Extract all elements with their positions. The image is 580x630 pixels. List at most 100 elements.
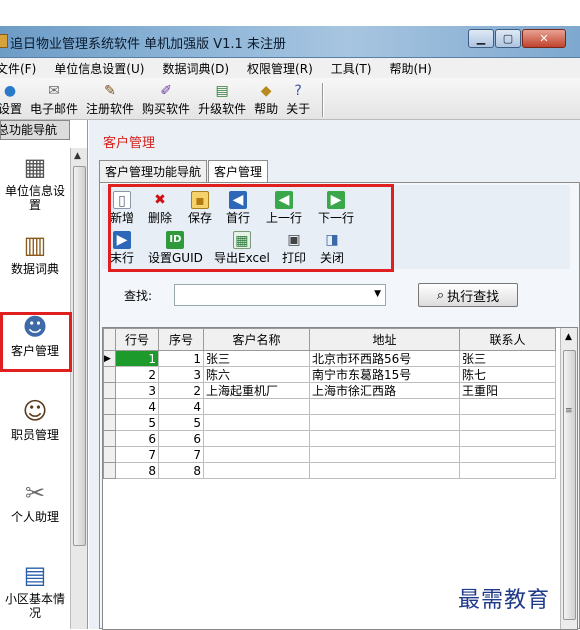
search-combobox[interactable]: ▼	[174, 284, 386, 306]
nav-header[interactable]: 总功能导航	[0, 120, 70, 140]
nav-item-staff[interactable]: ☺ 职员管理	[0, 396, 70, 442]
table-cell[interactable]	[459, 414, 556, 431]
table-cell[interactable]: 陈七	[459, 366, 556, 383]
table-cell[interactable]	[309, 446, 460, 463]
row-indicator	[103, 382, 116, 399]
table-cell[interactable]: 7	[115, 446, 159, 463]
toolbar-register-button[interactable]: ✎ 注册软件	[86, 82, 134, 117]
toolbar-email-button[interactable]: ✉ 电子邮件	[30, 82, 78, 117]
column-header[interactable]: 行号	[115, 328, 159, 351]
scroll-up-icon[interactable]: ▲	[565, 332, 572, 342]
action-toolbar-highlight	[108, 184, 394, 272]
table-cell[interactable]: 张三	[459, 350, 556, 367]
table-scroll-thumb[interactable]	[563, 350, 576, 620]
row-indicator	[103, 398, 116, 415]
scroll-up-icon[interactable]: ▲	[74, 151, 81, 161]
table-cell[interactable]: 8	[115, 462, 159, 479]
maximize-button[interactable]: ▢	[495, 29, 521, 48]
table-cell[interactable]: 1	[115, 350, 159, 367]
table-cell[interactable]	[459, 462, 556, 479]
table-cell[interactable]: 北京市环西路56号	[309, 350, 460, 367]
table-cell[interactable]	[459, 446, 556, 463]
table-cell[interactable]: 4	[115, 398, 159, 415]
table-cell[interactable]: 5	[115, 414, 159, 431]
table-scrollbar[interactable]: ▲ ≡	[560, 328, 577, 629]
table-cell[interactable]: 8	[158, 462, 204, 479]
table-cell[interactable]	[459, 430, 556, 447]
table-row[interactable]: 4 4	[103, 398, 556, 415]
table-row[interactable]: 7 7	[103, 446, 556, 463]
execute-search-button[interactable]: ⌕ 执行查找	[418, 283, 518, 307]
menu-bar: 文件(F) 单位信息设置(U) 数据词典(D) 权限管理(R) 工具(T) 帮助…	[0, 58, 580, 78]
table-cell[interactable]: 上海市徐汇西路	[309, 382, 460, 399]
nav-item-assistant[interactable]: ✂ 个人助理	[0, 478, 70, 524]
table-cell[interactable]	[309, 414, 460, 431]
mail-icon: ✉	[48, 83, 60, 99]
table-cell[interactable]: 6	[158, 430, 204, 447]
book-icon: ▥	[23, 231, 47, 259]
tab-customer-nav[interactable]: 客户管理功能导航	[99, 160, 208, 182]
column-header[interactable]: 联系人	[459, 328, 556, 351]
menu-tools[interactable]: 工具(T)	[331, 60, 372, 77]
menu-dictionary[interactable]: 数据词典(D)	[162, 60, 229, 77]
chevron-down-icon[interactable]: ▼	[374, 289, 381, 299]
menu-help[interactable]: 帮助(H)	[389, 60, 431, 77]
table-cell[interactable]: 南宁市东葛路15号	[309, 366, 460, 383]
table-row[interactable]: 3 2 上海起重机厂 上海市徐汇西路 王重阳	[103, 382, 556, 399]
table-cell[interactable]: 5	[158, 414, 204, 431]
table-cell[interactable]	[309, 430, 460, 447]
menu-permissions[interactable]: 权限管理(R)	[247, 60, 313, 77]
close-button[interactable]: ✕	[522, 29, 566, 48]
toolbar-upgrade-button[interactable]: ▤ 升级软件	[198, 82, 246, 117]
customer-nav-highlight	[0, 312, 72, 372]
nav-item-dictionary[interactable]: ▥ 数据词典	[0, 230, 70, 276]
nav-scroll-thumb[interactable]	[73, 166, 86, 546]
column-header[interactable]: 序号	[158, 328, 204, 351]
table-cell[interactable]: 张三	[203, 350, 310, 367]
toolbar-buy-button[interactable]: ✐ 购买软件	[142, 82, 190, 117]
menu-file[interactable]: 文件(F)	[0, 60, 36, 77]
column-header[interactable]: 客户名称	[203, 328, 310, 351]
table-cell[interactable]	[203, 430, 310, 447]
table-cell[interactable]: 王重阳	[459, 382, 556, 399]
nav-item-community[interactable]: ▤ 小区基本情况	[0, 560, 70, 620]
person-icon: ☺	[22, 397, 48, 425]
table-cell[interactable]: 6	[115, 430, 159, 447]
page-title: 客户管理	[103, 136, 156, 151]
table-cell[interactable]	[203, 414, 310, 431]
table-cell[interactable]: 4	[158, 398, 204, 415]
table-cell[interactable]: 2	[158, 382, 204, 399]
toolbar-about-button[interactable]: ? 关于	[286, 82, 310, 117]
table-cell[interactable]	[203, 462, 310, 479]
toolbar-settings-button[interactable]: ● 设置	[0, 82, 22, 117]
minimize-button[interactable]: ▁	[468, 29, 494, 48]
toolbar-help-button[interactable]: ◆ 帮助	[254, 82, 278, 117]
table-cell[interactable]: 1	[158, 350, 204, 367]
table-cell[interactable]	[203, 398, 310, 415]
table-cell[interactable]: 7	[158, 446, 204, 463]
window-titlebar[interactable]: 追日物业管理系统软件 单机加强版 V1.1 未注册 ▁ ▢ ✕	[0, 26, 580, 58]
scroll-grip-icon: ≡	[565, 406, 573, 416]
table-row[interactable]: 8 8	[103, 462, 556, 479]
table-cell[interactable]: 陈六	[203, 366, 310, 383]
nav-item-unit-info[interactable]: ▦ 单位信息设置	[0, 152, 70, 212]
table-row[interactable]: 6 6	[103, 430, 556, 447]
search-icon: ⌕	[436, 287, 445, 303]
table-cell[interactable]	[309, 398, 460, 415]
table-cell[interactable]: 3	[115, 382, 159, 399]
row-indicator	[103, 446, 116, 463]
nav-scrollbar[interactable]: ▲	[70, 148, 87, 629]
table-row[interactable]: 2 3 陈六 南宁市东葛路15号 陈七	[103, 366, 556, 383]
table-row[interactable]: 5 5	[103, 414, 556, 431]
table-cell[interactable]: 3	[158, 366, 204, 383]
table-row[interactable]: ▶ 1 1 张三 北京市环西路56号 张三	[103, 350, 556, 367]
menu-unit-settings[interactable]: 单位信息设置(U)	[54, 60, 144, 77]
table-cell[interactable]	[459, 398, 556, 415]
column-header[interactable]: 地址	[309, 328, 460, 351]
table-cell[interactable]: 上海起重机厂	[203, 382, 310, 399]
row-indicator	[103, 414, 116, 431]
table-cell[interactable]	[309, 462, 460, 479]
tab-customer-management[interactable]: 客户管理	[208, 160, 269, 183]
table-cell[interactable]	[203, 446, 310, 463]
table-cell[interactable]: 2	[115, 366, 159, 383]
